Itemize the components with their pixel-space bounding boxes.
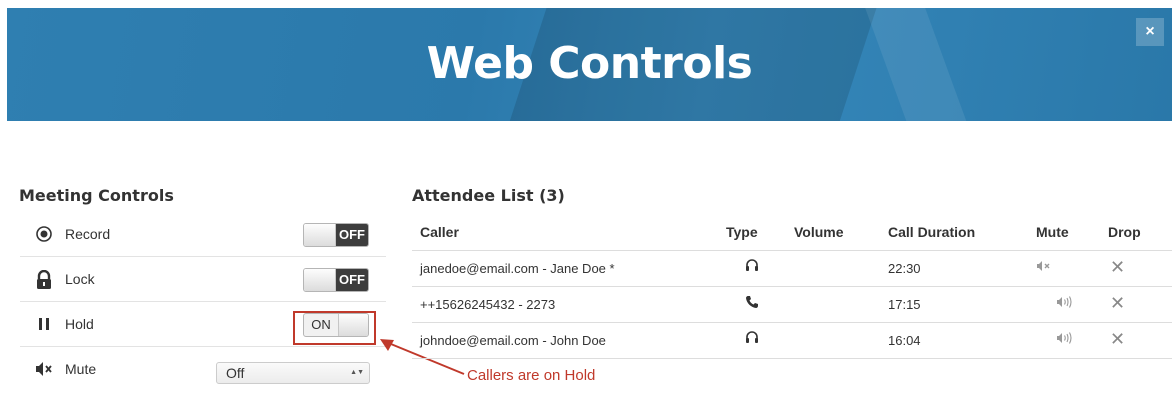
headset-icon [745,331,759,348]
mute-select-value: Off [226,365,245,381]
header-banner: Web Controls [7,8,1172,121]
headset-icon [745,259,759,276]
toggle-knob [304,224,336,246]
col-volume: Volume [794,224,844,240]
col-call-duration: Call Duration [888,224,976,240]
attendee-table: Caller Type Volume Call Duration Mute Dr… [412,215,1172,359]
record-icon [34,225,54,245]
record-label: Record [65,226,111,242]
call-duration: 16:04 [888,333,921,348]
toggle-knob [304,269,336,291]
speaker-volume-icon[interactable] [1056,295,1074,312]
lock-toggle[interactable]: OFF [303,268,369,292]
col-mute: Mute [1036,224,1069,240]
call-duration: 22:30 [888,261,921,276]
pause-icon [34,315,54,335]
lock-label: Lock [65,271,95,287]
drop-caller-icon[interactable]: ✕ [1110,293,1125,314]
meeting-controls-title: Meeting Controls [19,186,174,205]
table-header: Caller Type Volume Call Duration Mute Dr… [412,215,1172,251]
attendee-list-title: Attendee List (3) [412,186,565,205]
speaker-volume-icon[interactable] [1056,331,1074,348]
col-caller: Caller [420,224,459,240]
table-row: ++15626245432 - 2273 17:15 ✕ [412,287,1172,323]
mute-label: Mute [65,361,97,377]
annotation-text: Callers are on Hold [467,367,596,384]
speaker-muted-icon[interactable] [1036,259,1054,276]
drop-caller-icon[interactable]: ✕ [1110,329,1125,350]
drop-caller-icon[interactable]: ✕ [1110,257,1125,278]
hold-highlight-box [293,311,376,345]
caller-name: johndoe@email.com - John Doe [420,333,606,348]
col-drop: Drop [1108,224,1141,240]
toggle-state: OFF [336,269,368,291]
page-title: Web Controls [426,38,753,89]
call-duration: 17:15 [888,297,921,312]
table-row: johndoe@email.com - John Doe 16:04 ✕ [412,323,1172,359]
close-button[interactable]: × [1136,18,1164,46]
lock-icon [34,269,54,290]
table-row: janedoe@email.com - Jane Doe * 22:30 ✕ [412,251,1172,287]
select-arrows-icon: ▲▼ [350,369,364,376]
col-type: Type [726,224,758,240]
record-toggle[interactable]: OFF [303,223,369,247]
phone-icon [745,295,759,312]
speaker-muted-icon [34,360,54,380]
caller-name: janedoe@email.com - Jane Doe * [420,261,615,276]
toggle-state: OFF [336,224,368,246]
record-row: Record OFF [20,212,386,257]
lock-row: Lock OFF [20,257,386,302]
hold-label: Hold [65,316,94,332]
mute-select[interactable]: Off ▲▼ [216,362,370,384]
caller-name: ++15626245432 - 2273 [420,297,556,312]
